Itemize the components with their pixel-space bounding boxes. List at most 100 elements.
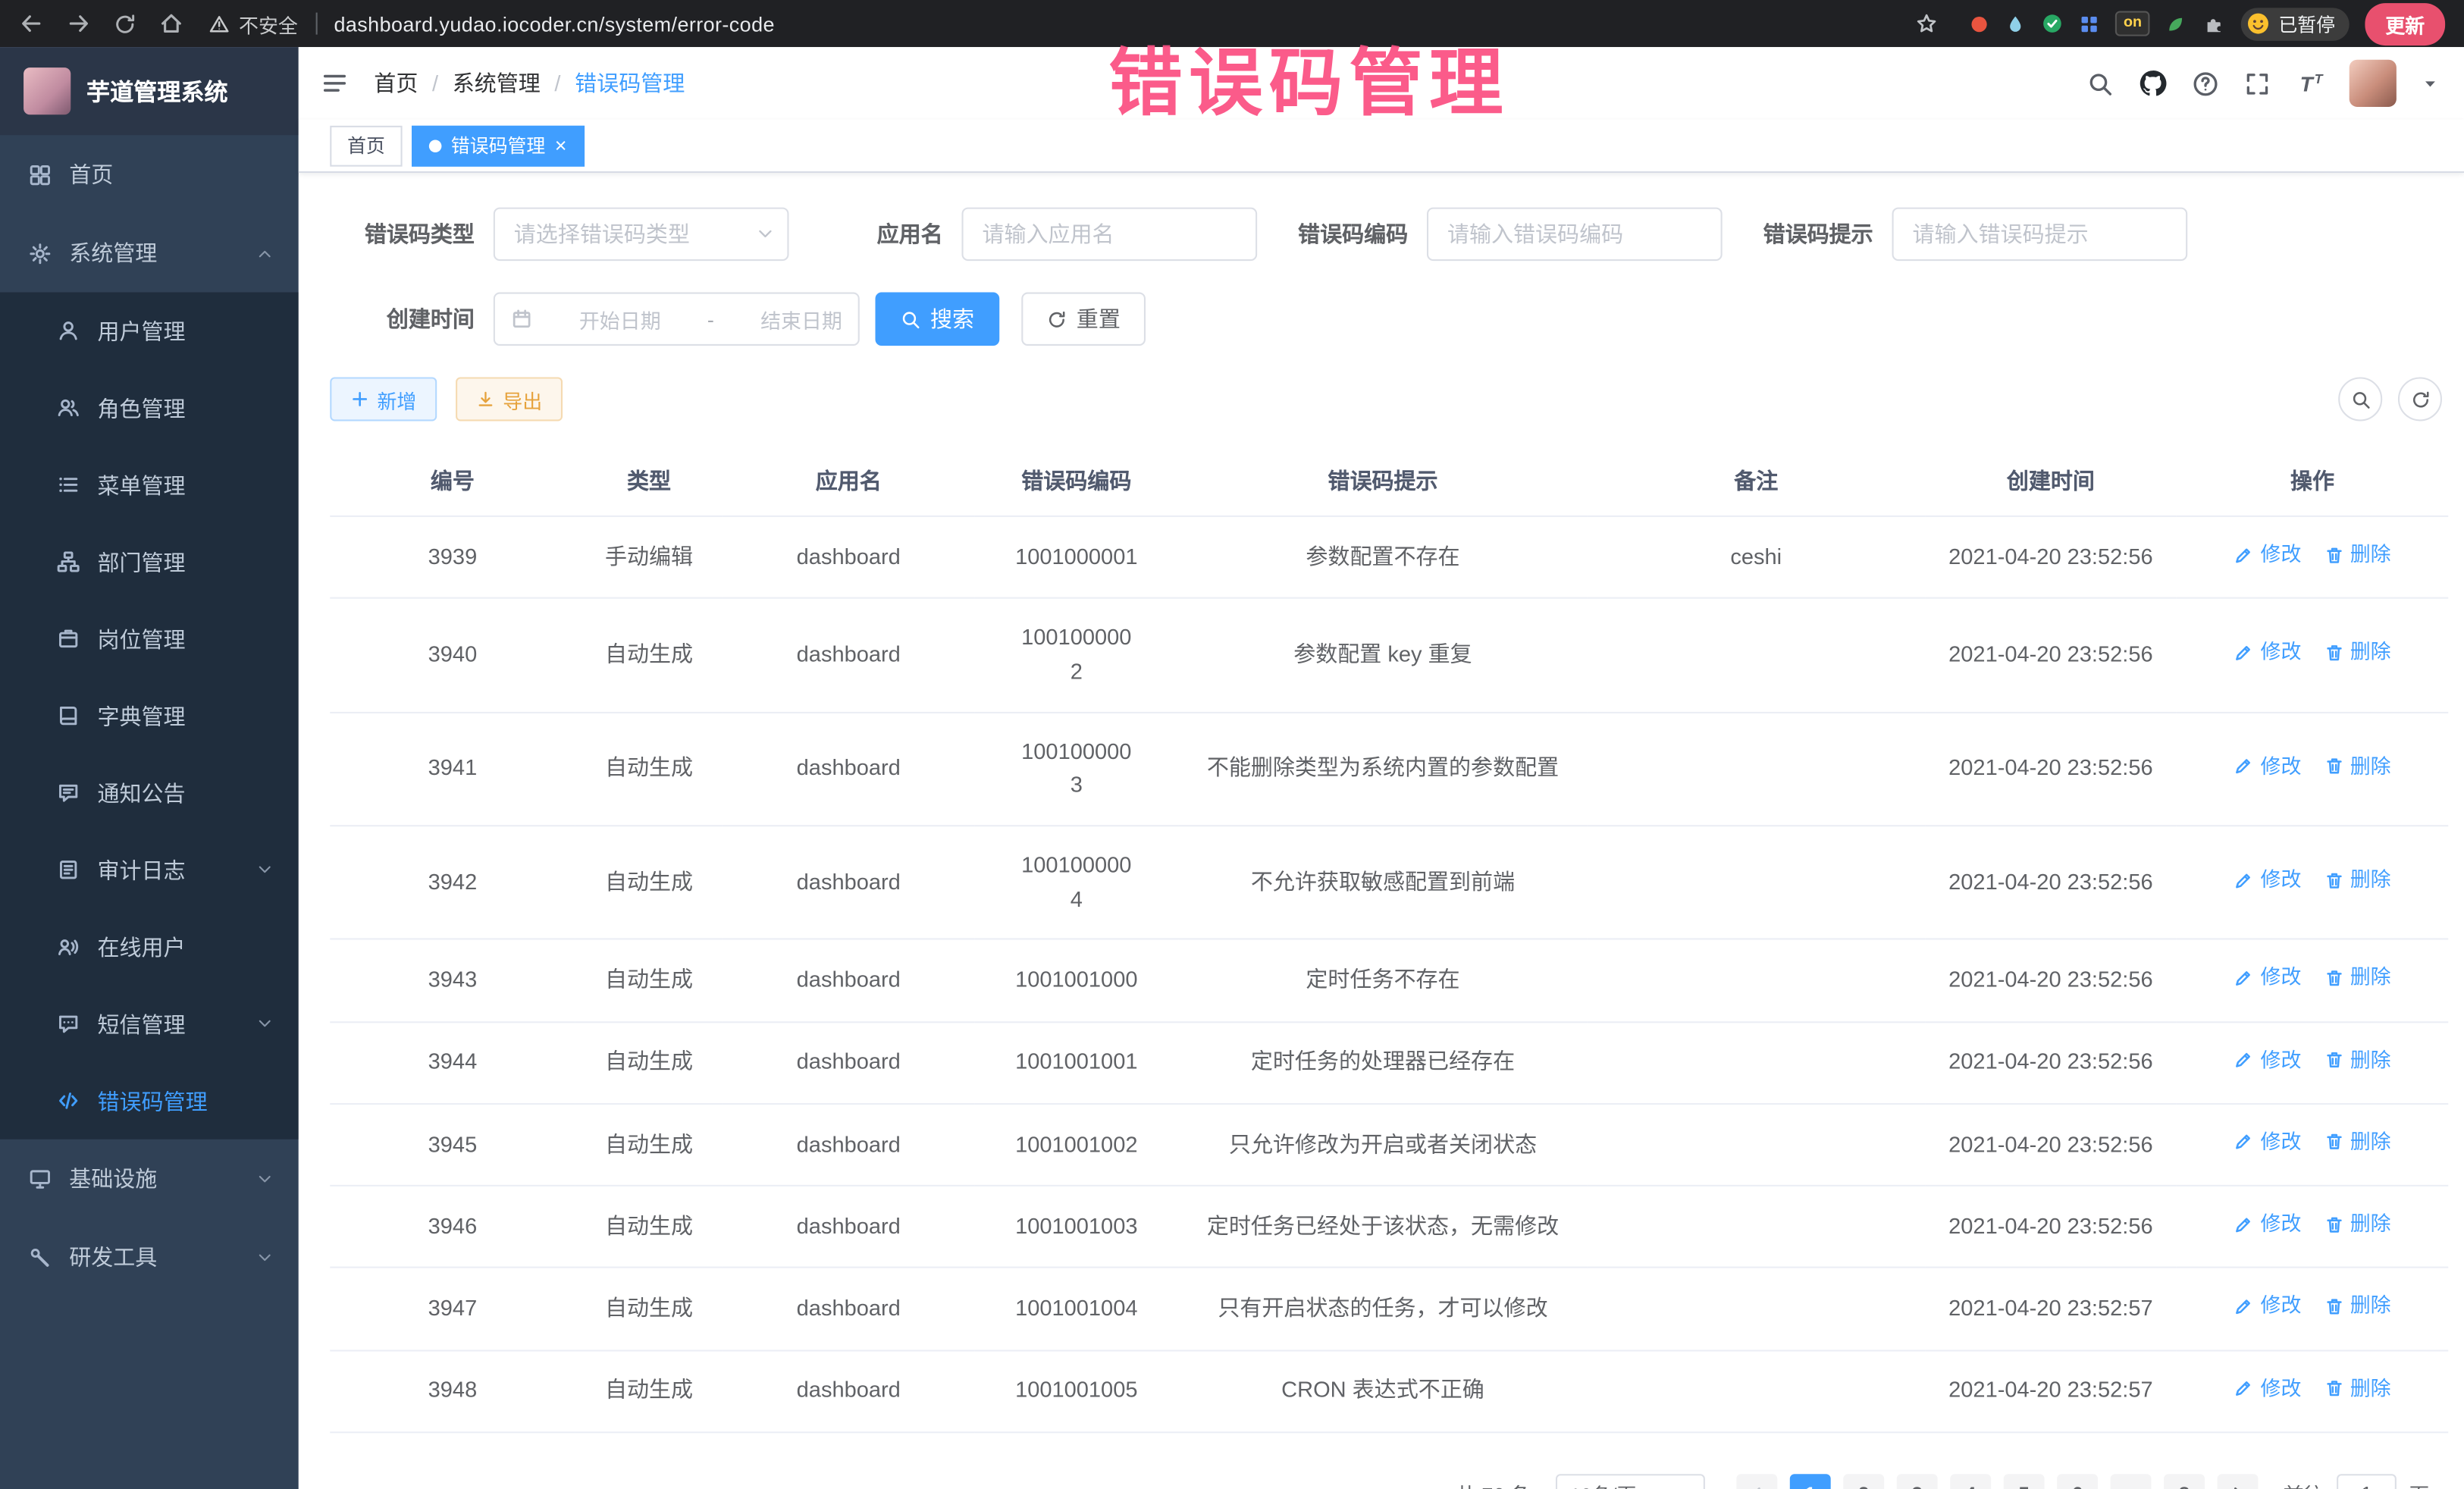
cell-remark bbox=[1587, 1186, 1925, 1268]
search-button[interactable]: 搜索 bbox=[875, 293, 999, 346]
edit-link[interactable]: 修改 bbox=[2234, 1290, 2301, 1322]
create-time-range[interactable]: 开始日期 - 结束日期 bbox=[494, 293, 860, 346]
sidebar-item-dept[interactable]: 部门管理 bbox=[0, 523, 299, 600]
cell-message: 定时任务已经处于该状态，无需修改 bbox=[1179, 1186, 1588, 1268]
sidebar-item-online-user[interactable]: 在线用户 bbox=[0, 908, 299, 986]
browser-home-icon[interactable] bbox=[158, 11, 183, 36]
toggle-search-button[interactable] bbox=[2338, 377, 2382, 421]
edit-link[interactable]: 修改 bbox=[2234, 1045, 2301, 1077]
error-type-select[interactable] bbox=[494, 208, 789, 261]
sidebar-item-infra[interactable]: 基础设施 bbox=[0, 1139, 299, 1218]
breadcrumb-home[interactable]: 首页 bbox=[374, 67, 418, 99]
delete-link[interactable]: 删除 bbox=[2323, 1373, 2390, 1405]
sidebar-item-audit-log[interactable]: 审计日志 bbox=[0, 831, 299, 908]
fullscreen-icon[interactable] bbox=[2244, 70, 2271, 96]
bookmark-star-icon[interactable] bbox=[1916, 13, 1938, 35]
export-button[interactable]: 导出 bbox=[456, 377, 563, 421]
refresh-table-button[interactable] bbox=[2398, 377, 2442, 421]
github-icon[interactable] bbox=[2139, 69, 2167, 97]
caret-down-icon[interactable] bbox=[2422, 74, 2439, 92]
cell-type: 自动生成 bbox=[575, 598, 723, 712]
edit-link-label: 修改 bbox=[2261, 864, 2302, 896]
sidebar-item-tools[interactable]: 研发工具 bbox=[0, 1218, 299, 1296]
profile-chip[interactable]: 已暂停 bbox=[2241, 7, 2350, 40]
sidebar-item-notice[interactable]: 通知公告 bbox=[0, 754, 299, 832]
page-button-4[interactable]: 4 bbox=[1950, 1474, 1991, 1489]
sidebar-item-label: 错误码管理 bbox=[98, 1085, 208, 1116]
breadcrumb-system[interactable]: 系统管理 bbox=[453, 67, 541, 99]
delete-link[interactable]: 删除 bbox=[2323, 864, 2390, 896]
sidebar-item-role[interactable]: 角色管理 bbox=[0, 369, 299, 447]
page-button-3[interactable]: 3 bbox=[1897, 1474, 1938, 1489]
delete-link[interactable]: 删除 bbox=[2323, 1208, 2390, 1240]
export-button-label: 导出 bbox=[503, 384, 542, 414]
browser-reload-icon[interactable] bbox=[113, 12, 136, 36]
app-name-input[interactable] bbox=[961, 208, 1257, 261]
error-type-select-input[interactable] bbox=[494, 208, 789, 261]
sidebar-item-system[interactable]: 系统管理 bbox=[0, 214, 299, 293]
delete-link[interactable]: 删除 bbox=[2323, 962, 2390, 994]
extensions-puzzle-icon[interactable] bbox=[2202, 12, 2225, 36]
edit-link[interactable]: 修改 bbox=[2234, 1373, 2301, 1405]
reset-button[interactable]: 重置 bbox=[1021, 293, 1146, 346]
app-logo[interactable]: 芋道管理系统 bbox=[0, 47, 299, 135]
sidebar-item-menu[interactable]: 菜单管理 bbox=[0, 447, 299, 524]
edit-link[interactable]: 修改 bbox=[2234, 751, 2301, 782]
page-button-6[interactable]: 6 bbox=[2057, 1474, 2098, 1489]
error-message-input[interactable] bbox=[1892, 208, 2188, 261]
page-button-5[interactable]: 5 bbox=[2004, 1474, 2045, 1489]
extension-check-icon[interactable] bbox=[2042, 13, 2064, 35]
sidebar-item-post[interactable]: 岗位管理 bbox=[0, 600, 299, 678]
hamburger-icon[interactable] bbox=[321, 69, 349, 97]
address-bar[interactable]: 不安全 dashboard.yudao.iocoder.cn/system/er… bbox=[209, 8, 1954, 38]
page-button-2[interactable]: 2 bbox=[1843, 1474, 1884, 1489]
user-avatar[interactable] bbox=[2350, 60, 2397, 107]
page-url[interactable]: dashboard.yudao.iocoder.cn/system/error-… bbox=[334, 12, 774, 36]
cell-created: 2021-04-20 23:52:57 bbox=[1925, 1350, 2177, 1432]
extension-red-icon[interactable] bbox=[1970, 14, 1990, 34]
prev-page-button[interactable] bbox=[1736, 1474, 1777, 1489]
sidebar-item-sms[interactable]: 短信管理 bbox=[0, 986, 299, 1063]
browser-back-icon[interactable] bbox=[19, 11, 44, 36]
extension-on-badge[interactable]: on bbox=[2116, 11, 2150, 36]
extension-grid-icon[interactable] bbox=[2080, 14, 2100, 34]
edit-link[interactable]: 修改 bbox=[2234, 539, 2301, 571]
edit-link[interactable]: 修改 bbox=[2234, 962, 2301, 994]
delete-link[interactable]: 删除 bbox=[2323, 1045, 2390, 1077]
tab-error-code[interactable]: 错误码管理 × bbox=[412, 125, 584, 166]
update-button[interactable]: 更新 bbox=[2365, 2, 2445, 45]
delete-link[interactable]: 删除 bbox=[2323, 539, 2390, 571]
page-size-select[interactable]: 10条/页 bbox=[1556, 1474, 1705, 1489]
header-search-icon[interactable] bbox=[2087, 70, 2114, 96]
page-ellipsis[interactable]: ... bbox=[2111, 1474, 2152, 1489]
page-button-8[interactable]: 8 bbox=[2164, 1474, 2205, 1489]
close-tab-icon[interactable]: × bbox=[555, 135, 567, 155]
help-icon[interactable] bbox=[2192, 70, 2218, 96]
page-button-1[interactable]: 1 bbox=[1790, 1474, 1831, 1489]
edit-link-label: 修改 bbox=[2261, 1127, 2302, 1158]
edit-link[interactable]: 修改 bbox=[2234, 1127, 2301, 1158]
sidebar-item-dict[interactable]: 字典管理 bbox=[0, 677, 299, 754]
edit-link[interactable]: 修改 bbox=[2234, 1208, 2301, 1240]
font-size-icon[interactable]: TT bbox=[2296, 69, 2324, 97]
tab-home[interactable]: 首页 bbox=[330, 125, 402, 166]
extension-leaf-icon[interactable] bbox=[2165, 14, 2186, 34]
sidebar-item-error-code[interactable]: 错误码管理 bbox=[0, 1062, 299, 1139]
error-code-input[interactable] bbox=[1427, 208, 1723, 261]
extension-drop-icon[interactable] bbox=[2006, 14, 2027, 34]
trash-icon bbox=[2323, 870, 2343, 890]
edit-link[interactable]: 修改 bbox=[2234, 864, 2301, 896]
sidebar-item-home[interactable]: 首页 bbox=[0, 135, 299, 214]
sidebar-item-user[interactable]: 用户管理 bbox=[0, 293, 299, 370]
delete-link[interactable]: 删除 bbox=[2323, 1290, 2390, 1322]
cell-remark bbox=[1587, 1268, 1925, 1350]
delete-link[interactable]: 删除 bbox=[2323, 1127, 2390, 1158]
delete-link[interactable]: 删除 bbox=[2323, 751, 2390, 782]
add-button[interactable]: 新增 bbox=[330, 377, 437, 421]
delete-link[interactable]: 删除 bbox=[2323, 637, 2390, 669]
sidebar-item-label: 字典管理 bbox=[98, 700, 186, 731]
next-page-button[interactable] bbox=[2218, 1474, 2259, 1489]
goto-page-input[interactable] bbox=[2337, 1474, 2397, 1489]
edit-link[interactable]: 修改 bbox=[2234, 637, 2301, 669]
browser-forward-icon[interactable] bbox=[66, 11, 91, 36]
